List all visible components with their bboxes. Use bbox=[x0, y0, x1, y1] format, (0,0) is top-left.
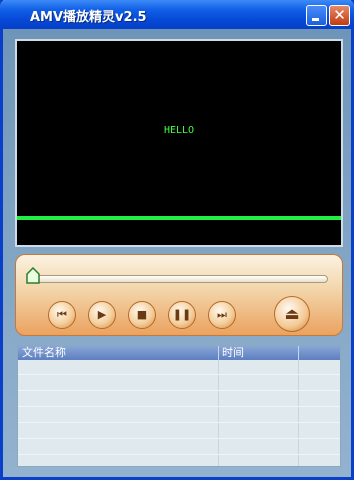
row-gridline bbox=[18, 438, 340, 439]
pause-button[interactable]: ❚❚ bbox=[168, 301, 196, 329]
video-progress-line bbox=[17, 216, 341, 220]
playlist-header: 文件名称 时间 bbox=[18, 346, 340, 360]
minimize-button[interactable] bbox=[306, 5, 327, 26]
row-gridline bbox=[18, 406, 340, 407]
video-display[interactable]: HELLO bbox=[15, 39, 343, 247]
row-gridline bbox=[18, 454, 340, 455]
row-gridline bbox=[18, 390, 340, 391]
next-icon: ⏭ bbox=[217, 308, 227, 321]
row-gridline bbox=[18, 374, 340, 375]
close-icon: ✕ bbox=[333, 6, 346, 24]
previous-icon: ⏮ bbox=[57, 308, 67, 321]
app-window: AMV播放精灵v2.5 ✕ HELLO ⏮ ▶ ■ ❚❚ ⏭ ⏏ 文件名称 时间 bbox=[0, 0, 354, 480]
player-client-area: HELLO ⏮ ▶ ■ ❚❚ ⏭ ⏏ 文件名称 时间 bbox=[3, 29, 351, 477]
column-divider bbox=[298, 360, 299, 466]
column-extra[interactable] bbox=[298, 346, 340, 360]
stop-button[interactable]: ■ bbox=[128, 301, 156, 329]
title-bar[interactable]: AMV播放精灵v2.5 ✕ bbox=[0, 0, 354, 29]
playlist[interactable]: 文件名称 时间 bbox=[17, 345, 341, 467]
video-text: HELLO bbox=[163, 125, 195, 136]
eject-icon: ⏏ bbox=[284, 304, 300, 323]
stop-icon: ■ bbox=[136, 308, 148, 321]
seek-bar[interactable] bbox=[30, 275, 328, 283]
minimize-icon bbox=[312, 18, 319, 21]
column-divider bbox=[218, 360, 219, 466]
play-icon: ▶ bbox=[97, 308, 107, 321]
play-button[interactable]: ▶ bbox=[88, 301, 116, 329]
column-time[interactable]: 时间 bbox=[218, 346, 298, 360]
column-filename[interactable]: 文件名称 bbox=[18, 346, 218, 360]
seek-thumb[interactable] bbox=[26, 267, 40, 285]
close-button[interactable]: ✕ bbox=[329, 5, 350, 26]
previous-button[interactable]: ⏮ bbox=[48, 301, 76, 329]
window-title: AMV播放精灵v2.5 bbox=[30, 10, 147, 25]
control-panel: ⏮ ▶ ■ ❚❚ ⏭ ⏏ bbox=[15, 254, 343, 336]
next-button[interactable]: ⏭ bbox=[208, 301, 236, 329]
eject-button[interactable]: ⏏ bbox=[274, 296, 310, 332]
row-gridline bbox=[18, 422, 340, 423]
pause-icon: ❚❚ bbox=[172, 308, 192, 321]
